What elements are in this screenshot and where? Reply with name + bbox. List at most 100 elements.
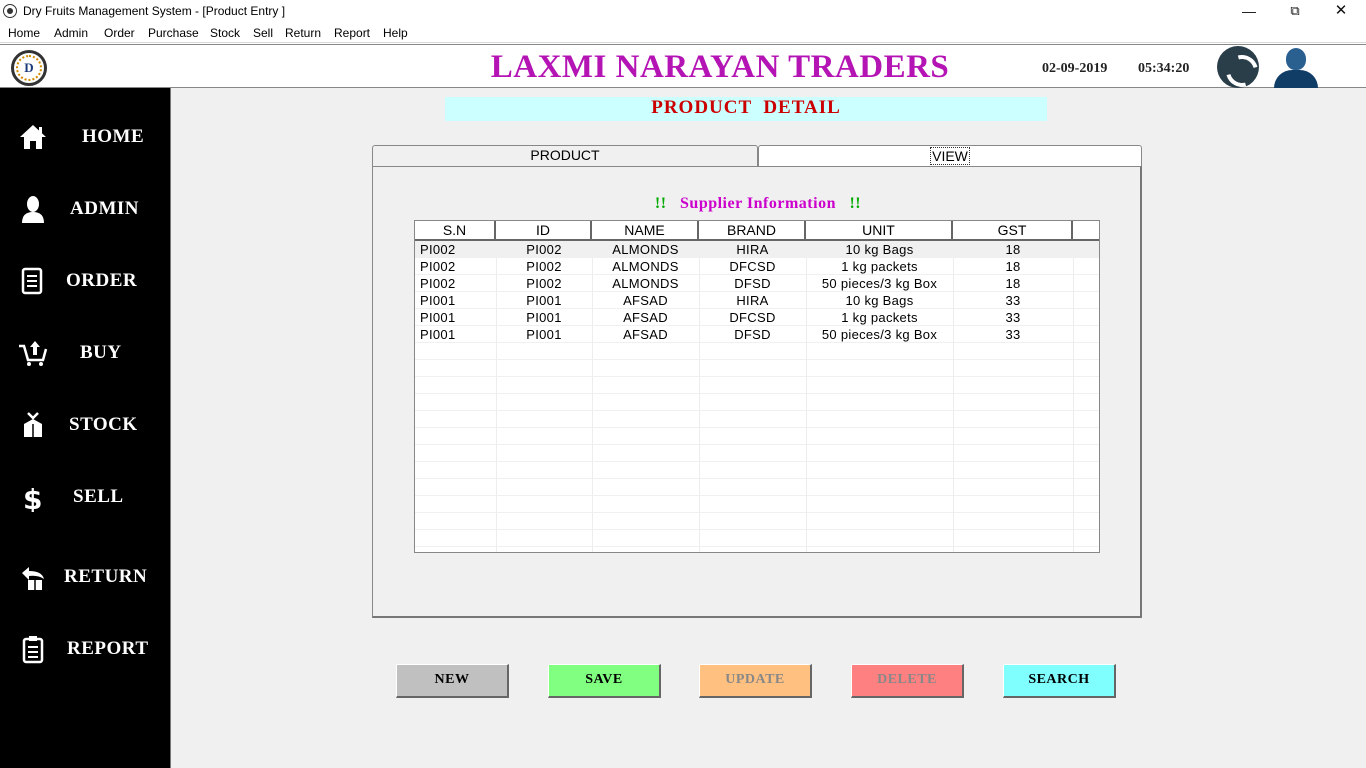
sidebar-label-return: RETURN [64, 566, 148, 587]
header: D LAXMI NARAYAN TRADERS 02-09-2019 05:34… [0, 44, 1366, 88]
window-title: Dry Fruits Management System - [Product … [23, 4, 286, 18]
column-header-gst[interactable]: GST [953, 221, 1073, 241]
delete-button[interactable]: DELETE [851, 664, 964, 698]
column-header-unit[interactable]: UNIT [806, 221, 953, 241]
company-name: LAXMI NARAYAN TRADERS [490, 49, 950, 85]
menu-sell[interactable]: Sell [253, 26, 273, 40]
sidebar-item-report[interactable]: REPORT [0, 628, 170, 668]
table-row[interactable]: PI001 PI001 AFSAD DFCSD 1 kg packets 33 [415, 309, 1099, 326]
search-button[interactable]: SEARCH [1003, 664, 1116, 698]
cell-sn: PI002 [420, 242, 456, 257]
update-button[interactable]: UPDATE [699, 664, 812, 698]
cell-sn: PI002 [420, 276, 456, 291]
cell-gst: 33 [1005, 310, 1021, 325]
sidebar-label-report: REPORT [67, 638, 149, 659]
menu-bar: Home Admin Order Purchase Stock Sell Ret… [0, 23, 1366, 43]
menu-help[interactable]: Help [383, 26, 408, 40]
cell-id: PI002 [526, 242, 562, 257]
close-button[interactable]: ✕ [1318, 0, 1364, 23]
cell-id: PI001 [526, 310, 562, 325]
menu-admin[interactable]: Admin [54, 26, 88, 40]
table-row[interactable]: PI001 PI001 AFSAD HIRA 10 kg Bags 33 [415, 292, 1099, 309]
sidebar-item-home[interactable]: HOME [0, 116, 170, 156]
user-icon [22, 196, 44, 223]
cell-id: PI002 [526, 259, 562, 274]
view-tab-panel: !! Supplier Information !! S.N ID NAME B… [372, 166, 1142, 618]
table-row[interactable]: PI002 PI002 ALMONDS HIRA 10 kg Bags 18 [415, 241, 1099, 258]
product-table[interactable]: S.N ID NAME BRAND UNIT GST PI002 PI002 ALM… [414, 220, 1100, 553]
cell-gst: 18 [1005, 259, 1021, 274]
menu-return[interactable]: Return [285, 26, 321, 40]
sidebar-item-sell[interactable]: $ SELL [0, 476, 170, 516]
column-header-id[interactable]: ID [496, 221, 592, 241]
table-row [415, 445, 1099, 462]
menu-purchase[interactable]: Purchase [148, 26, 199, 40]
sidebar-item-buy[interactable]: BUY [0, 332, 170, 372]
clipboard-icon [22, 636, 44, 664]
cart-icon [19, 341, 48, 366]
table-row [415, 360, 1099, 377]
table-row [415, 377, 1099, 394]
sidebar-item-admin[interactable]: ADMIN [0, 188, 170, 228]
table-row [415, 343, 1099, 360]
avatar-head [1286, 48, 1306, 70]
cell-sn: PI002 [420, 259, 456, 274]
menu-home[interactable]: Home [8, 26, 40, 40]
sidebar-item-stock[interactable]: STOCK [0, 404, 170, 444]
tab-view[interactable]: VIEW [758, 145, 1142, 168]
cell-unit: 1 kg packets [841, 310, 918, 325]
box-icon [24, 412, 42, 437]
supplier-title-bang-left: !! [654, 195, 667, 212]
cell-sn: PI001 [420, 327, 456, 342]
cell-sn: PI001 [420, 310, 456, 325]
table-row [415, 394, 1099, 411]
sidebar-item-order[interactable]: ORDER [0, 260, 170, 300]
sidebar-label-stock: STOCK [69, 414, 138, 435]
minimize-button[interactable]: — [1226, 0, 1272, 23]
company-logo: D [11, 50, 47, 86]
table-row [415, 462, 1099, 479]
save-button[interactable]: SAVE [548, 664, 661, 698]
restore-button[interactable]: ⧉ [1272, 0, 1318, 23]
table-row[interactable]: PI002 PI002 ALMONDS DFSD 50 pieces/3 kg Box 1… [415, 275, 1099, 292]
cell-gst: 33 [1005, 293, 1021, 308]
sidebar-label-buy: BUY [80, 342, 122, 363]
cell-unit: 1 kg packets [841, 259, 918, 274]
main-content: PRODUCT DETAIL PRODUCT VIEW !! Supplier … [170, 88, 1366, 768]
cell-name: AFSAD [623, 293, 668, 308]
table-row[interactable]: PI001 PI001 AFSAD DFSD 50 pieces/3 kg Box 33 [415, 326, 1099, 343]
cell-name: AFSAD [623, 310, 668, 325]
column-header-filler [1073, 221, 1099, 241]
cell-brand: DFCSD [729, 259, 776, 274]
cell-gst: 18 [1005, 242, 1021, 257]
cell-name: ALMONDS [612, 276, 679, 291]
header-date: 02-09-2019 [1042, 61, 1108, 76]
table-row [415, 530, 1099, 547]
sidebar: HOME ADMIN ORDER BUY STOCK $ SELL RETURN [0, 88, 170, 768]
new-button[interactable]: NEW [396, 664, 509, 698]
title-bar: Dry Fruits Management System - [Product … [0, 0, 1366, 23]
cell-unit: 50 pieces/3 kg Box [821, 276, 938, 291]
tab-product[interactable]: PRODUCT [372, 145, 758, 166]
logo-letter: D [24, 60, 34, 75]
column-header-brand[interactable]: BRAND [699, 221, 806, 241]
supplier-title-bang-right: !! [849, 195, 862, 212]
menu-stock[interactable]: Stock [210, 26, 240, 40]
home-icon [20, 125, 46, 149]
cell-sn: PI001 [420, 293, 456, 308]
user-avatar-icon[interactable] [1272, 48, 1320, 88]
cell-gst: 33 [1005, 327, 1021, 342]
refresh-icon[interactable] [1217, 46, 1259, 88]
cell-id: PI001 [526, 293, 562, 308]
menu-report[interactable]: Report [334, 26, 370, 40]
cell-brand: DFSD [734, 327, 771, 342]
sidebar-item-return[interactable]: RETURN [0, 556, 170, 596]
menu-order[interactable]: Order [104, 26, 135, 40]
sidebar-label-admin: ADMIN [70, 198, 139, 219]
column-header-name[interactable]: NAME [592, 221, 699, 241]
return-icon [22, 567, 44, 590]
column-header-sn[interactable]: S.N [415, 221, 496, 241]
document-icon [21, 267, 43, 295]
cell-name: ALMONDS [612, 259, 679, 274]
table-row[interactable]: PI002 PI002 ALMONDS DFCSD 1 kg packets 18 [415, 258, 1099, 275]
